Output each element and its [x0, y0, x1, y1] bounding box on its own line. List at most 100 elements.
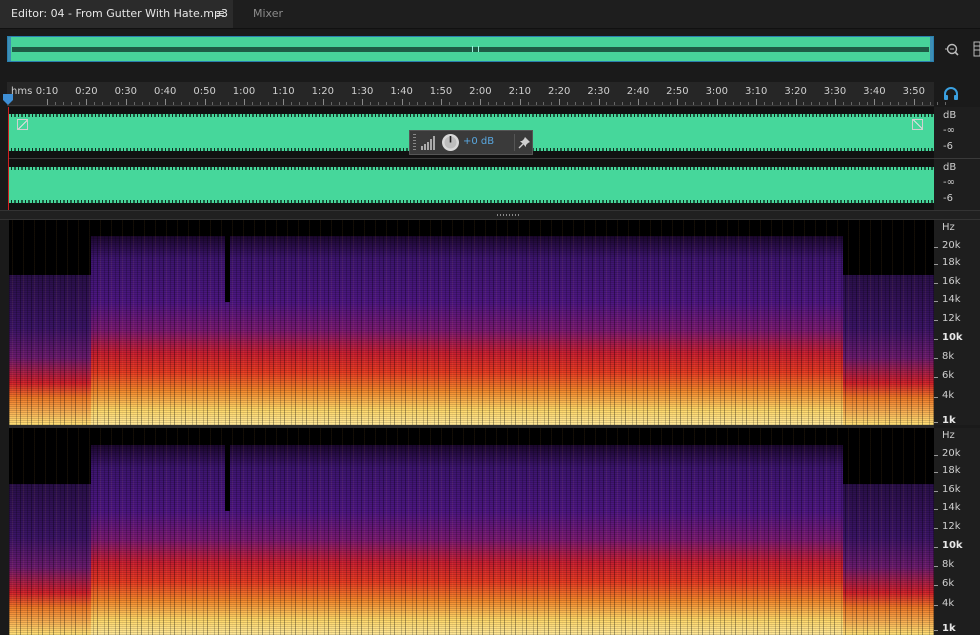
- ruler-tick: [638, 99, 639, 105]
- overview-center-grip[interactable]: [472, 46, 479, 52]
- fade-in-handle[interactable]: [17, 119, 28, 130]
- hz-unit: Hz: [942, 430, 955, 441]
- panel-menu-icon[interactable]: [972, 40, 980, 58]
- hz-tick: [934, 247, 938, 248]
- ruler-tick: [795, 99, 797, 105]
- ruler-minor-tick: [338, 102, 340, 105]
- waveform-right-peaks-bottom: [9, 200, 934, 203]
- fade-out-handle[interactable]: [912, 119, 923, 130]
- hz-label: 18k: [942, 257, 961, 268]
- splitter-grip[interactable]: [497, 214, 519, 216]
- ruler-tick-label: 2:50: [666, 86, 689, 97]
- ruler-minor-tick: [574, 102, 576, 105]
- view-splitter[interactable]: [0, 210, 980, 220]
- waveform-left-peaks-top: [9, 114, 934, 117]
- headphones-icon[interactable]: [943, 86, 959, 100]
- zoom-icon[interactable]: [944, 42, 960, 58]
- ruler-tick-label: 0:40: [153, 86, 177, 97]
- clip-start-marker: [8, 107, 9, 211]
- waveform-right-body: [9, 168, 934, 201]
- hz-label: 4k: [942, 390, 955, 401]
- tab-bar: Editor: 04 - From Gutter With Hate.mp3 ≡…: [0, 0, 980, 29]
- overview-right-handle[interactable]: [930, 37, 933, 61]
- tab-editor[interactable]: Editor: 04 - From Gutter With Hate.mp3 ≡: [0, 0, 233, 28]
- ruler-tick: [47, 99, 48, 105]
- ruler-minor-tick: [787, 102, 789, 105]
- ruler-minor-tick: [346, 102, 348, 105]
- tab-mixer[interactable]: Mixer: [233, 0, 303, 28]
- ruler-minor-tick: [819, 102, 821, 105]
- overview-navigator[interactable]: [7, 36, 934, 62]
- waveform-right-peaks-top: [9, 167, 934, 170]
- hz-label: 4k: [942, 598, 955, 609]
- ruler-tick-label: 1:10: [272, 86, 295, 97]
- ruler-tick: [441, 99, 442, 105]
- pin-icon[interactable]: [518, 136, 531, 149]
- ruler-minor-tick: [850, 102, 852, 105]
- ruler-minor-tick: [803, 102, 805, 105]
- ruler-minor-tick: [779, 102, 781, 105]
- spectral-display-left[interactable]: [9, 220, 934, 425]
- volume-knob-icon[interactable]: [441, 133, 460, 152]
- ruler-minor-tick: [377, 102, 379, 105]
- ruler-minor-tick: [472, 102, 474, 105]
- ruler-minor-tick: [590, 102, 592, 105]
- ruler-minor-tick: [685, 102, 687, 105]
- spectral-grain: [9, 220, 934, 425]
- ruler-tick: [283, 99, 285, 105]
- amplitude-scale-left[interactable]: dB -∞ -6: [934, 107, 980, 158]
- ruler-minor-tick: [267, 102, 269, 105]
- ruler-minor-tick: [551, 102, 553, 105]
- ruler-minor-tick: [133, 102, 135, 105]
- ruler-minor-tick: [630, 102, 632, 105]
- ruler-minor-tick: [409, 102, 411, 105]
- db-label: -∞: [943, 125, 955, 136]
- amplitude-scale-right[interactable]: dB -∞ -6: [934, 158, 980, 210]
- ruler-tick: [165, 99, 167, 105]
- hz-tick: [934, 397, 938, 398]
- time-format-label[interactable]: hms: [11, 86, 32, 97]
- hz-label: 10k: [942, 540, 963, 551]
- waveform-channel-right[interactable]: [9, 158, 934, 210]
- ruler-minor-tick: [827, 102, 829, 105]
- ruler-minor-tick: [425, 102, 427, 105]
- hud-grip[interactable]: [413, 134, 416, 151]
- ruler-minor-tick: [724, 102, 726, 105]
- hz-label: 8k: [942, 351, 955, 362]
- hz-tick: [934, 566, 938, 567]
- ruler-minor-tick: [732, 102, 734, 105]
- ruler-tick: [677, 99, 679, 105]
- hz-label: 1k: [942, 623, 956, 634]
- ruler-tick-label: 2:00: [469, 86, 492, 97]
- ruler-minor-tick: [220, 102, 222, 105]
- hz-label: 14k: [942, 294, 961, 305]
- ruler-tick-label: 1:40: [390, 86, 413, 97]
- spectral-display-right[interactable]: [9, 428, 934, 635]
- ruler-minor-tick: [929, 102, 931, 105]
- ruler-tick-label: 2:10: [508, 86, 532, 97]
- ruler-minor-tick: [94, 102, 96, 105]
- hz-tick: [934, 301, 938, 302]
- playhead-icon[interactable]: [3, 94, 13, 105]
- hz-label: 6k: [942, 370, 955, 381]
- ruler-minor-tick: [180, 102, 182, 105]
- ruler-minor-tick: [299, 102, 301, 105]
- ruler-tick: [559, 99, 561, 105]
- ruler-tick-label: 1:30: [350, 86, 374, 97]
- ruler-tick: [756, 99, 758, 105]
- time-ruler[interactable]: hms 0:10 0:20 0:30 0:40 0:50 1:00 1:10 1:20 1:30…: [7, 82, 947, 106]
- hz-label: 8k: [942, 559, 955, 570]
- ruler-tick-label: 0:50: [193, 86, 216, 97]
- tab-editor-label: Editor: 04 - From Gutter With Hate.mp3: [11, 7, 228, 20]
- hz-label: 10k: [942, 332, 963, 343]
- frequency-scale-left[interactable]: Hz 20k 18k 16k 14k 12k 10k 8k 6k 4k 1k: [934, 220, 980, 426]
- ruler-minor-tick: [842, 102, 844, 105]
- volume-value[interactable]: +0 dB: [463, 136, 494, 147]
- frequency-scale-right[interactable]: Hz 20k 18k 16k 14k 12k 10k 8k 6k 4k 1k: [934, 428, 980, 635]
- tab-menu-icon[interactable]: ≡: [216, 0, 225, 28]
- overview-left-handle[interactable]: [8, 37, 11, 61]
- hz-label: 12k: [942, 313, 961, 324]
- ruler-minor-tick: [188, 102, 190, 105]
- ruler-minor-tick: [196, 102, 198, 105]
- ruler-minor-tick: [141, 102, 143, 105]
